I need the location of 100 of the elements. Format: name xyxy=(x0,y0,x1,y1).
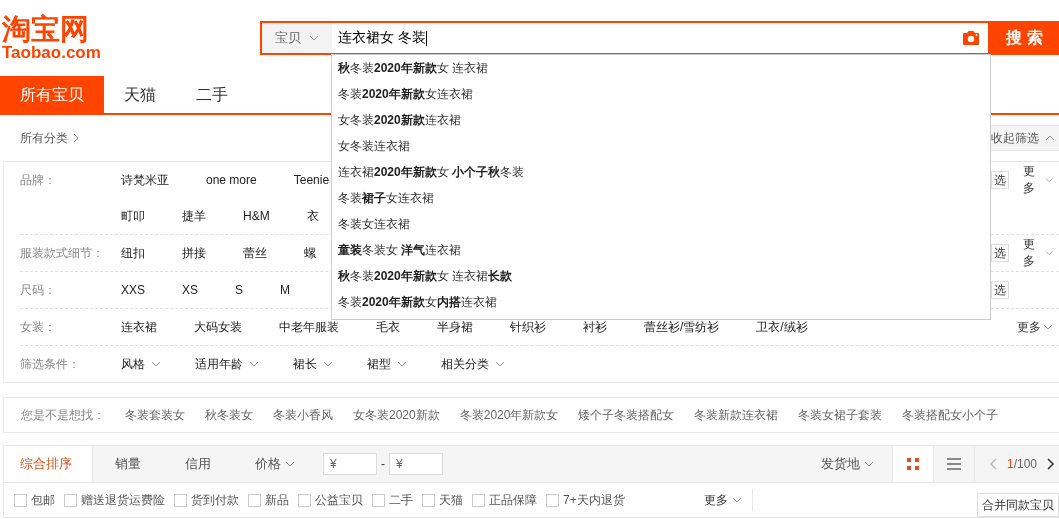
grid-view-button[interactable] xyxy=(891,446,933,482)
suggestion-item[interactable]: 秋冬装2020年新款女 连衣裙 xyxy=(332,55,990,81)
filter-option[interactable]: 蕾丝 xyxy=(243,244,267,262)
filter-checkbox[interactable]: 货到付款 xyxy=(174,491,239,509)
caret-icon xyxy=(863,460,874,468)
filter-option[interactable]: 町叩 xyxy=(121,207,145,225)
multi-select-button[interactable]: 选 xyxy=(991,281,1009,299)
filter-checkbox[interactable]: 包邮 xyxy=(14,491,55,509)
more-button[interactable]: 更多 xyxy=(703,489,753,511)
sort-option[interactable]: 综合排序 xyxy=(4,446,93,482)
filter-option[interactable]: 螺 xyxy=(304,244,316,262)
more-button[interactable]: 更多 xyxy=(1023,163,1053,197)
filter-option[interactable]: 毛衣 xyxy=(376,318,400,336)
filter-label: 服装款式细节： xyxy=(20,245,105,262)
suggestion-item[interactable]: 冬装2020年新款女内搭连衣裙 xyxy=(332,289,990,315)
related-search-link[interactable]: 冬装2020年新款女 xyxy=(459,406,559,424)
camera-icon xyxy=(962,30,980,46)
filter-label: 尺码： xyxy=(20,282,57,299)
filter-option[interactable]: 拼接 xyxy=(182,244,206,262)
filter-option[interactable]: 卫衣/绒衫 xyxy=(756,318,808,336)
price-separator: - xyxy=(381,457,385,471)
filter-option[interactable]: XXS xyxy=(121,283,145,297)
filter-dropdown[interactable]: 风格 xyxy=(121,355,161,373)
related-search-link[interactable]: 秋冬装女 xyxy=(205,406,253,424)
page-indicator: 1/100 xyxy=(1006,457,1037,471)
caret-icon xyxy=(1044,249,1053,257)
category-link[interactable]: 所有分类 xyxy=(20,129,79,147)
filter-dropdown[interactable]: 裙长 xyxy=(293,355,333,373)
chevron-left-icon xyxy=(988,458,997,470)
scope-dropdown[interactable]: 宝贝 xyxy=(262,23,332,53)
filter-checkbox[interactable]: 二手 xyxy=(372,491,413,509)
caret-icon xyxy=(309,34,319,42)
price-from-field[interactable]: ¥ xyxy=(323,453,377,475)
sort-option[interactable]: 价格 xyxy=(233,446,317,482)
filter-option[interactable]: H&M xyxy=(243,209,270,223)
caret-icon xyxy=(731,496,742,504)
filter-dropdown[interactable]: 相关分类 xyxy=(441,355,505,373)
filter-option[interactable]: S xyxy=(235,283,244,297)
filter-option[interactable]: 大码女装 xyxy=(194,318,242,336)
grid-icon xyxy=(906,458,919,470)
suggestion-item[interactable]: 童装冬装女 洋气连衣裙 xyxy=(332,237,990,263)
filter-option[interactable]: 衬衫 xyxy=(583,318,607,336)
filter-option[interactable]: 半身裙 xyxy=(437,318,473,336)
caret-icon xyxy=(323,360,333,368)
filter-dropdown[interactable]: 适用年龄 xyxy=(195,355,259,373)
location-dropdown[interactable]: 发货地 xyxy=(820,455,874,473)
filter-option[interactable]: 诗梵米亚 xyxy=(121,171,169,189)
caret-icon xyxy=(285,460,295,468)
related-search-link[interactable]: 冬装小香风 xyxy=(273,406,333,424)
filter-checkbox[interactable]: 天猫 xyxy=(422,491,463,509)
filter-label: 品牌： xyxy=(20,172,57,189)
caret-icon xyxy=(397,360,407,368)
filter-checkbox[interactable]: 正品保障 xyxy=(472,491,537,509)
sort-option[interactable]: 信用 xyxy=(163,446,233,482)
filter-checkbox[interactable]: 新品 xyxy=(248,491,289,509)
related-label: 您是不是想找： xyxy=(21,406,105,424)
filter-option[interactable]: XS xyxy=(182,283,199,297)
more-button[interactable]: 更多 xyxy=(1023,236,1053,270)
suggestion-item[interactable]: 秋冬装2020年新款女 连衣裙长款 xyxy=(332,263,990,289)
filter-option[interactable]: one more xyxy=(206,173,257,187)
caret-icon xyxy=(1045,134,1055,142)
sort-option[interactable]: 销量 xyxy=(93,446,163,482)
more-button[interactable]: 更多 xyxy=(1017,318,1053,336)
filter-option[interactable]: 捷羊 xyxy=(182,207,206,225)
related-search-link[interactable]: 女冬装2020新款 xyxy=(353,406,440,424)
filter-label: 筛选条件： xyxy=(20,356,81,373)
merge-same-items-button[interactable]: 合并同款宝贝 xyxy=(977,493,1059,517)
filter-option[interactable]: 中老年服装 xyxy=(279,318,339,336)
chevron-right-icon xyxy=(1047,458,1055,470)
suggestion-item[interactable]: 冬装女连衣裙 xyxy=(332,211,990,237)
multi-select-button[interactable]: 选 xyxy=(991,244,1009,262)
filter-checkbox[interactable]: 公益宝贝 xyxy=(298,491,363,509)
related-search-link[interactable]: 冬装新款连衣裙 xyxy=(694,406,779,424)
suggestion-item[interactable]: 连衣裙2020年新款女 小个子秋冬装 xyxy=(332,159,990,185)
filter-option[interactable]: Teenie xyxy=(293,173,330,187)
caret-icon xyxy=(151,360,161,368)
filter-checkbox[interactable]: 7+天内退货 xyxy=(546,491,625,509)
chevron-right-icon xyxy=(73,133,79,143)
caret-icon xyxy=(1043,323,1053,331)
related-search-link[interactable]: 矮个子冬装搭配女 xyxy=(578,406,675,424)
filter-dropdown[interactable]: 裙型 xyxy=(367,355,407,373)
filter-option[interactable]: 衣 xyxy=(306,207,319,225)
suggestion-item[interactable]: 冬装裙子女连衣裙 xyxy=(332,185,990,211)
filter-option[interactable]: M xyxy=(280,283,291,297)
filter-option[interactable]: 纽扣 xyxy=(121,244,145,262)
tab[interactable]: 天猫 xyxy=(104,76,176,113)
related-search-link[interactable]: 冬装女裙子套装 xyxy=(798,406,883,424)
price-to-field[interactable]: ¥ xyxy=(389,453,443,475)
filter-option[interactable]: 连衣裙 xyxy=(121,318,157,336)
filter-checkbox[interactable]: 赠送退货运费险 xyxy=(64,491,165,509)
filter-option[interactable]: 针织衫 xyxy=(510,318,546,336)
caret-icon xyxy=(1044,176,1053,184)
caret-icon xyxy=(495,360,505,368)
list-icon xyxy=(946,458,961,470)
multi-select-button[interactable]: 选 xyxy=(991,171,1009,189)
suggestion-item[interactable]: 冬装2020年新款女连衣裙 xyxy=(332,81,990,107)
tab[interactable]: 二手 xyxy=(176,76,248,113)
related-search-link[interactable]: 冬装套装女 xyxy=(125,406,185,424)
filter-option[interactable]: 蕾丝衫/雪纺衫 xyxy=(644,318,720,336)
related-search-link[interactable]: 冬装搭配女小个子 xyxy=(902,406,999,424)
